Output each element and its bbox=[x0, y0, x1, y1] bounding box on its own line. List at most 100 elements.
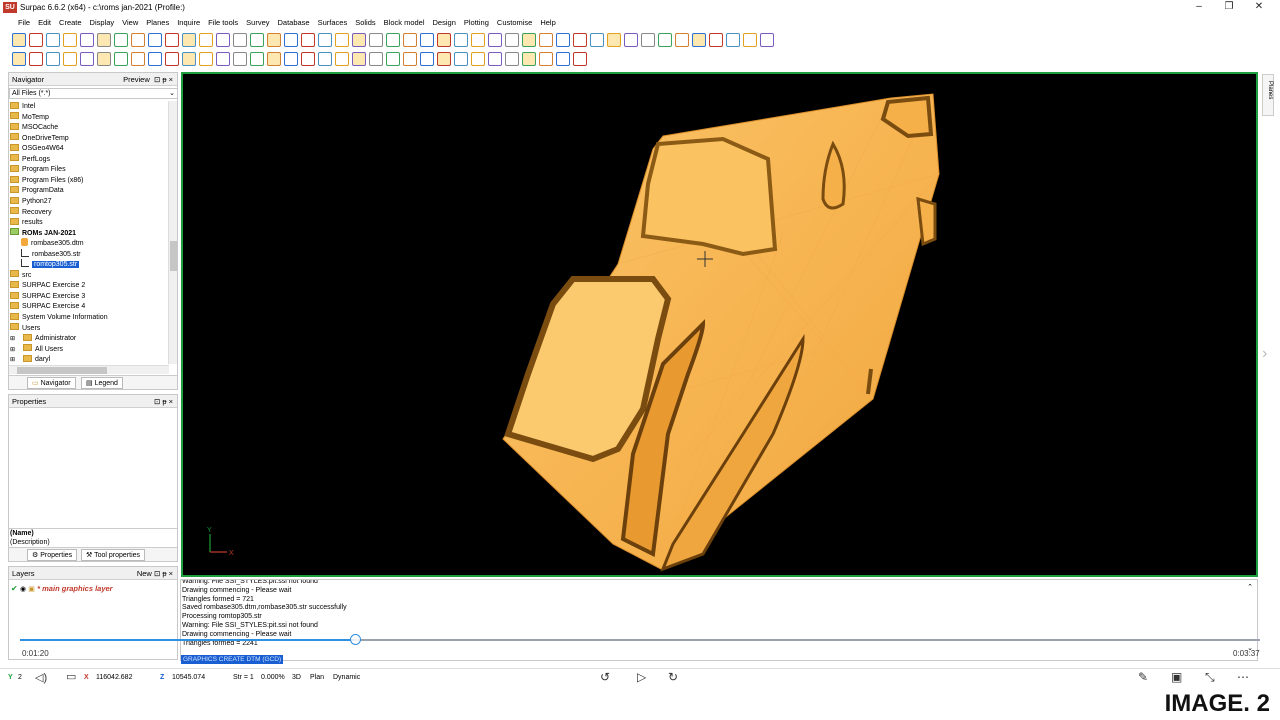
pin-icon[interactable]: ⊡ bbox=[154, 569, 160, 578]
toolbar-tool-icon[interactable] bbox=[556, 52, 570, 66]
toolbar-tool-icon[interactable] bbox=[335, 33, 349, 47]
pin-icon[interactable]: ⊡ bbox=[154, 397, 160, 406]
menu-item-edit[interactable]: Edit bbox=[34, 17, 55, 29]
menu-item-planes[interactable]: Planes bbox=[142, 17, 173, 29]
toolbar-tool-icon[interactable] bbox=[182, 33, 196, 47]
video-progress-bar[interactable] bbox=[20, 634, 1260, 645]
close-panel-icon[interactable]: × bbox=[169, 569, 173, 578]
toolbar-tool-icon[interactable] bbox=[267, 33, 281, 47]
toolbar-tool-icon[interactable] bbox=[335, 52, 349, 66]
console-scroll-up-icon[interactable]: ⌃ bbox=[1247, 583, 1253, 591]
file-filter-select[interactable]: All Files (*.*) ⌄ bbox=[9, 88, 178, 99]
toolbar-tool-icon[interactable] bbox=[607, 33, 621, 47]
tree-item[interactable]: Program Files (x86) bbox=[10, 175, 83, 187]
menu-item-survey[interactable]: Survey bbox=[242, 17, 273, 29]
toolbar-tool-icon[interactable] bbox=[216, 52, 230, 66]
toolbar-tool-icon[interactable] bbox=[624, 33, 638, 47]
toolbar-tool-icon[interactable] bbox=[454, 52, 468, 66]
tree-item[interactable]: MSOCache bbox=[10, 122, 58, 134]
menu-item-inquire[interactable]: Inquire bbox=[173, 17, 204, 29]
tree-item[interactable]: MoTemp bbox=[10, 112, 49, 124]
toolbar-tool-icon[interactable] bbox=[539, 52, 553, 66]
toolbar-tool-icon[interactable] bbox=[709, 33, 723, 47]
volume-icon[interactable]: ◁) bbox=[35, 671, 47, 684]
toolbar-tool-icon[interactable] bbox=[403, 52, 417, 66]
toolbar-tool-icon[interactable] bbox=[658, 33, 672, 47]
tab-navigator[interactable]: ▭ Navigator bbox=[27, 377, 76, 389]
toolbar-tool-icon[interactable] bbox=[369, 52, 383, 66]
next-chevron-icon[interactable]: › bbox=[1262, 345, 1267, 363]
toolbar-tool-icon[interactable] bbox=[471, 33, 485, 47]
close-button[interactable]: ✕ bbox=[1248, 0, 1270, 14]
graphics-viewport[interactable]: Y X bbox=[181, 72, 1258, 577]
dock-icon[interactable]: ᵽ bbox=[162, 397, 166, 406]
toolbar-tool-icon[interactable] bbox=[63, 52, 77, 66]
toolbar-tool-icon[interactable] bbox=[522, 52, 536, 66]
toolbar-tool-icon[interactable] bbox=[675, 33, 689, 47]
eye-icon[interactable]: ◉ bbox=[20, 586, 26, 593]
dock-icon[interactable]: ᵽ bbox=[162, 569, 166, 578]
tree-item[interactable]: Recovery bbox=[10, 207, 52, 219]
toolbar-tool-icon[interactable] bbox=[233, 52, 247, 66]
toolbar-tool-icon[interactable] bbox=[80, 33, 94, 47]
close-panel-icon[interactable]: × bbox=[169, 397, 173, 406]
menu-item-file[interactable]: File bbox=[14, 17, 34, 29]
preview-button[interactable]: Preview bbox=[123, 75, 150, 84]
toolbar-tool-icon[interactable] bbox=[182, 52, 196, 66]
tree-item[interactable]: OSGeo4W64 bbox=[10, 143, 64, 155]
toolbar-tool-icon[interactable] bbox=[131, 33, 145, 47]
toolbar-tool-icon[interactable] bbox=[420, 52, 434, 66]
toolbar-tool-icon[interactable] bbox=[369, 33, 383, 47]
toolbar-tool-icon[interactable] bbox=[454, 33, 468, 47]
toolbar-tool-icon[interactable] bbox=[522, 33, 536, 47]
toolbar-tool-icon[interactable] bbox=[165, 33, 179, 47]
maximize-button[interactable]: ❐ bbox=[1218, 0, 1240, 14]
tree-item[interactable]: Program Files bbox=[10, 164, 66, 176]
rewind-10-icon[interactable]: ↺ bbox=[600, 670, 610, 684]
toolbar-tool-icon[interactable] bbox=[301, 33, 315, 47]
toolbar-tool-icon[interactable] bbox=[12, 33, 26, 47]
layer-row[interactable]: ✔ ◉ ▣ * main graphics layer bbox=[11, 584, 113, 593]
toolbar-tool-icon[interactable] bbox=[216, 33, 230, 47]
more-icon[interactable]: ⋯ bbox=[1237, 670, 1249, 684]
video-progress-knob[interactable] bbox=[349, 634, 361, 645]
dock-icon[interactable]: ᵽ bbox=[162, 75, 166, 84]
tree-item[interactable]: src bbox=[10, 270, 31, 282]
lock-icon[interactable]: ▣ bbox=[28, 586, 35, 593]
tree-item[interactable]: OneDriveTemp bbox=[10, 133, 69, 145]
expand-icon[interactable]: ⊞ bbox=[10, 347, 15, 353]
tree-item[interactable]: ROMs JAN-2021 bbox=[10, 228, 76, 240]
menu-item-plotting[interactable]: Plotting bbox=[460, 17, 493, 29]
toolbar-tool-icon[interactable] bbox=[199, 52, 213, 66]
toolbar-tool-icon[interactable] bbox=[539, 33, 553, 47]
toolbar-tool-icon[interactable] bbox=[284, 52, 298, 66]
scroll-thumb[interactable] bbox=[170, 241, 177, 271]
menu-item-create[interactable]: Create bbox=[55, 17, 86, 29]
tree-item[interactable]: ProgramData bbox=[10, 186, 64, 197]
toolbar-tool-icon[interactable] bbox=[165, 52, 179, 66]
minimize-button[interactable]: – bbox=[1188, 0, 1210, 14]
toolbar-tool-icon[interactable] bbox=[301, 52, 315, 66]
captions-icon[interactable]: ▭ bbox=[66, 670, 76, 683]
toolbar-tool-icon[interactable] bbox=[352, 33, 366, 47]
tree-item[interactable]: Users bbox=[10, 323, 40, 335]
toolbar-tool-icon[interactable] bbox=[386, 52, 400, 66]
tree-horizontal-scrollbar[interactable] bbox=[9, 365, 169, 374]
menu-item-help[interactable]: Help bbox=[536, 17, 559, 29]
toolbar-tool-icon[interactable] bbox=[114, 52, 128, 66]
toolbar-tool-icon[interactable] bbox=[420, 33, 434, 47]
expand-icon[interactable]: ⊞ bbox=[10, 336, 15, 342]
toolbar-tool-icon[interactable] bbox=[267, 52, 281, 66]
toolbar-tool-icon[interactable] bbox=[46, 33, 60, 47]
toolbar-tool-icon[interactable] bbox=[641, 33, 655, 47]
pen-icon[interactable]: ✎ bbox=[1138, 670, 1148, 684]
pin-icon[interactable]: ⊡ bbox=[154, 75, 160, 84]
screen-icon[interactable]: ▣ bbox=[1171, 670, 1182, 684]
toolbar-tool-icon[interactable] bbox=[505, 52, 519, 66]
toolbar-tool-icon[interactable] bbox=[29, 52, 43, 66]
toolbar-tool-icon[interactable] bbox=[114, 33, 128, 47]
menu-item-solids[interactable]: Solids bbox=[351, 17, 379, 29]
toolbar-tool-icon[interactable] bbox=[97, 33, 111, 47]
toolbar-tool-icon[interactable] bbox=[318, 33, 332, 47]
menu-item-customise[interactable]: Customise bbox=[493, 17, 536, 29]
